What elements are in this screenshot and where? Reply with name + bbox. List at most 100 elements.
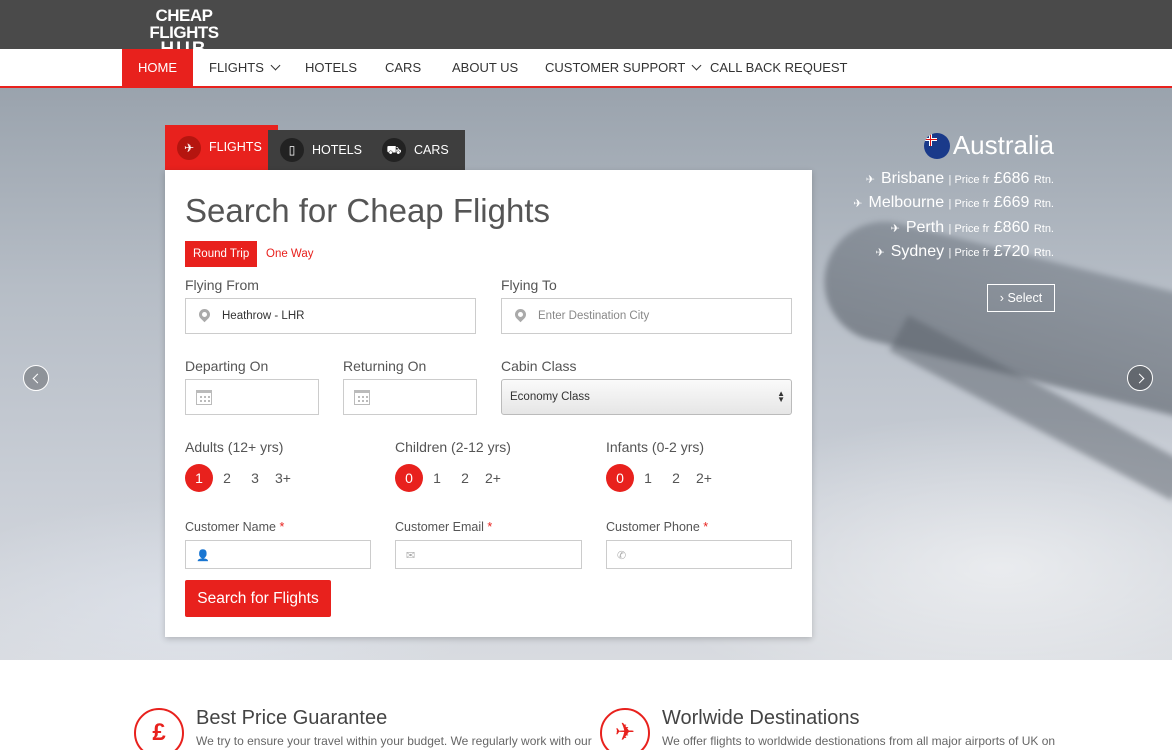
plane-icon: ✈ [600,708,650,750]
customer-email-input[interactable]: ✉ [395,540,582,569]
children-option-0[interactable]: 0 [395,464,423,492]
chevron-down-icon [270,60,281,71]
nav-home[interactable]: HOME [122,49,193,86]
return-label: Returning On [343,358,427,374]
adults-option-2[interactable]: 2 [213,464,241,492]
flying-to-input[interactable]: Enter Destination City [501,298,792,334]
plane-icon: ✈ [890,223,900,235]
required-mark: * [703,520,709,534]
promo-select-button[interactable]: › Select [987,284,1055,312]
children-option-2plus[interactable]: 2+ [479,464,507,492]
tab-flights[interactable]: ✈ FLIGHTS [165,125,278,170]
hero-banner: ✈ FLIGHTS ▯ HOTELS ⛟ CARS Search for Che… [0,88,1172,660]
children-option-1[interactable]: 1 [423,464,451,492]
email-label-text: Customer Email [395,520,484,534]
nav-flights[interactable]: FLIGHTS [193,49,295,86]
plane-icon: ✈ [177,135,201,160]
nav-cars[interactable]: CARS [369,49,437,86]
destination-brisbane[interactable]: ✈ Brisbane | Price fr £686 Rtn. [866,170,1054,188]
destination-perth[interactable]: ✈ Perth | Price fr £860 Rtn. [891,219,1054,237]
infants-option-1[interactable]: 1 [634,464,662,492]
infants-option-2[interactable]: 2 [662,464,690,492]
price-prefix: | Price fr [948,198,990,210]
carousel-next-button[interactable] [1127,365,1153,391]
plane-icon: ✈ [865,174,875,186]
feature-title: Best Price Guarantee [196,707,388,729]
cabin-class-select[interactable]: Economy Class ▲ ▼ [501,379,792,415]
customer-phone-input[interactable]: ✆ [606,540,792,569]
nav-flights-label: FLIGHTS [209,60,264,75]
tab-cars-label: CARS [414,143,449,157]
select-arrows-icon: ▲ ▼ [777,389,785,404]
tab-cars[interactable]: ⛟ CARS [370,130,465,170]
feature-title: Worlwide Destinations [662,707,860,729]
departing-date-input[interactable] [185,379,319,415]
cabin-value: Economy Class [510,391,590,403]
infants-label: Infants (0-2 yrs) [606,439,705,455]
feature-text: We offer flights to worldwide destionati… [662,734,1056,748]
adults-option-3[interactable]: 3 [241,464,269,492]
infants-option-2plus[interactable]: 2+ [690,464,718,492]
destination-city: Brisbane [880,170,945,187]
children-option-2[interactable]: 2 [451,464,479,492]
envelope-icon: ✉ [406,550,416,562]
destination-city: Melbourne [868,194,945,211]
tab-hotels[interactable]: ▯ HOTELS [268,130,379,170]
flight-search-form: Search for Cheap Flights Round Trip One … [165,170,812,637]
carousel-prev-button[interactable] [23,365,49,391]
price-prefix: | Price fr [948,223,990,235]
price-suffix: Rtn. [1033,174,1054,186]
destination-sydney[interactable]: ✈ Sydney | Price fr £720 Rtn. [876,243,1055,261]
destination-city: Sydney [890,243,945,260]
round-trip-toggle[interactable]: Round Trip [185,241,258,267]
logo-line-1: CHEAP FLIGHTS [149,6,219,42]
car-icon: ⛟ [382,138,406,162]
customer-name-input[interactable]: 👤 [185,540,371,569]
nav-hotels[interactable]: HOTELS [289,49,373,86]
price-suffix: Rtn. [1033,247,1054,259]
destination-price: £669 [993,194,1030,211]
adults-option-3plus[interactable]: 3+ [269,464,297,492]
depart-label: Departing On [185,358,269,374]
pound-icon: £ [134,708,184,750]
from-label: Flying From [185,277,259,293]
plane-icon: ✈ [875,247,885,259]
from-value: Heathrow - LHR [222,310,305,322]
price-prefix: | Price fr [948,174,990,186]
email-label: Customer Email * [395,520,492,534]
australia-flag-icon [924,133,950,159]
name-label: Customer Name * [185,520,284,534]
top-header: CHEAP FLIGHTS HUB [0,0,1172,59]
required-mark: * [279,520,285,534]
user-icon: 👤 [196,550,210,562]
price-suffix: Rtn. [1033,223,1054,235]
destination-melbourne[interactable]: ✈ Melbourne | Price fr £669 Rtn. [853,194,1054,212]
flying-from-input[interactable]: Heathrow - LHR [185,298,476,334]
building-icon: ▯ [280,138,304,162]
phone-label-text: Customer Phone [606,520,700,534]
search-flights-button[interactable]: Search for Flights [185,580,331,617]
nav-support[interactable]: CUSTOMER SUPPORT [529,49,716,86]
select-label: Select [1007,291,1043,305]
nav-callback[interactable]: CALL BACK REQUEST [694,49,864,86]
main-nav: HOME FLIGHTS HOTELS CARS ABOUT US CUSTOM… [0,49,1172,88]
phone-icon: ✆ [617,550,627,562]
tab-flights-label: FLIGHTS [209,140,262,154]
returning-date-input[interactable] [343,379,477,415]
tab-hotels-label: HOTELS [312,143,363,157]
to-placeholder: Enter Destination City [538,310,650,322]
infants-option-0[interactable]: 0 [606,464,634,492]
feature-text: We try to ensure your travel within your… [196,734,592,748]
destination-city: Perth [905,219,945,236]
nav-about[interactable]: ABOUT US [436,49,534,86]
form-title: Search for Cheap Flights [185,192,551,229]
calendar-icon [196,390,212,405]
location-pin-icon [512,306,529,323]
price-prefix: | Price fr [948,247,990,259]
location-pin-icon [196,306,213,323]
plane-icon: ✈ [853,198,863,210]
one-way-toggle[interactable]: One Way [258,241,322,267]
adults-option-1[interactable]: 1 [185,464,213,492]
price-suffix: Rtn. [1033,198,1054,210]
calendar-icon [354,390,370,405]
